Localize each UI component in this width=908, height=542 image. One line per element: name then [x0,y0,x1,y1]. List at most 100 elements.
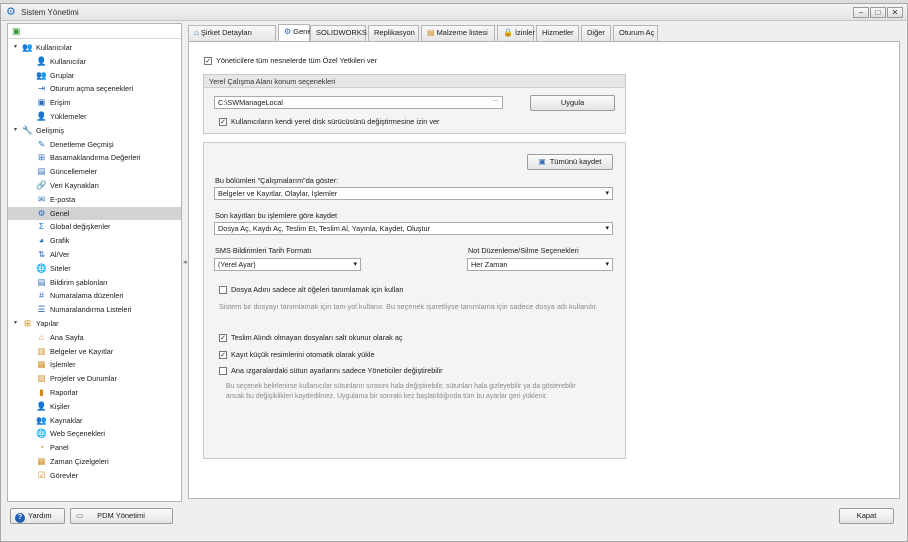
apply-button[interactable]: Uygula [530,95,615,111]
tree-item[interactable]: # Numaralama düzenleri [8,289,181,303]
minimize-button[interactable]: ‒ [853,7,869,18]
tree-item-label: Raporlar [50,388,78,397]
tree-item[interactable]: ✉ E-posta [8,193,181,207]
admin-all-rights-checkbox[interactable]: ✓ [204,57,212,65]
tree-group-0[interactable]: ▾ 👥 Kullanıcılar [8,41,181,55]
tree-item[interactable]: ▦ İşlemler [8,358,181,372]
tab-3[interactable]: Replikasyon [368,25,419,41]
tree-item[interactable]: ▤ Bildirim şablonları [8,276,181,290]
splitter-handle[interactable]: ◂ [183,258,187,266]
tree-item[interactable]: ☰ Numaralandırma Listeleri [8,303,181,317]
allow-user-drive-label: Kullanıcıların kendi yerel disk sürücüsü… [231,117,440,126]
tree-item[interactable]: ☑ Görevler [8,469,181,483]
tree-item[interactable]: ▦ Zaman Çizelgeleri [8,455,181,469]
tab-1[interactable]: ⚙ Genel [278,24,313,42]
tree-group-label: Yapılar [36,319,59,328]
globe-icon: 🌐 [36,262,47,273]
tree-item[interactable]: ▮ Raporlar [8,386,181,400]
tree-group-1[interactable]: ▾ 🔧 Gelişmiş [8,124,181,138]
tree-item-label: Kullanıcılar [50,56,87,66]
datasource-icon: 🔗 [36,180,47,190]
tree-item-label: Al/Ver [50,250,70,259]
tree-item[interactable]: ⊞ Basamaklandırma Değerleri [8,151,181,165]
help-button[interactable]: ? Yardım [10,508,65,524]
allow-user-drive-checkbox[interactable]: ✓ [219,118,227,126]
tree-item[interactable]: 🔗 Veri Kaynakları [8,179,181,193]
bom-icon: ▤ [427,28,435,37]
grid-admin-only-checkbox[interactable] [219,367,227,375]
tab-4[interactable]: ▤ Malzeme listesi [421,25,495,41]
tree-item[interactable]: 👥 Kaynaklar [8,414,181,428]
tree-item[interactable]: ⌂ Ana Sayfa [8,331,181,345]
tree-item-label: Global değişkenler [50,222,111,232]
tree-item[interactable]: ◕ Grafik [8,234,181,248]
tab-label: Şirket Detayları [200,28,253,37]
tree-item[interactable]: 👤 Kişiler [8,400,181,414]
tree-item[interactable]: 🌐 Siteler [8,262,181,276]
tree-item-label: Bildirim şablonları [50,277,108,287]
tree-item-label: Gruplar [50,70,75,80]
tree-item-label: Erişim [50,98,71,108]
tree-item-label: Denetleme Geçmişi [50,139,114,149]
tree-item[interactable]: ▣ Erişim [8,96,181,110]
tab-label: Replikasyon [374,28,415,37]
tree-item[interactable]: ⇥ Oturum açma seçenekleri [8,82,181,96]
expand-arrow-icon[interactable]: ▾ [14,124,22,138]
filename-child-checkbox[interactable] [219,286,227,294]
readonly-open-checkbox[interactable]: ✓ [219,334,227,342]
tree-item[interactable]: ◔ Panel [8,441,181,455]
tree-item[interactable]: ⚙ Genel [8,206,181,221]
maximize-button[interactable]: □ [870,7,886,18]
tree-header-icon[interactable]: ▣ [12,26,21,37]
tree-group-2[interactable]: ▾ ⊞ Yapılar [8,317,181,331]
email-icon: ✉ [37,193,46,204]
timesheet-icon: ▦ [37,456,46,466]
save-icon: ▣ [538,157,546,166]
tab-2[interactable]: SOLIDWORKS [310,25,367,41]
tree-item[interactable]: Σ Global değişkenler [8,220,181,234]
tree-item[interactable]: 👤 Yüklemeler [8,110,181,124]
cascade-icon: ⊞ [37,152,46,163]
tree-item[interactable]: ⇅ Al/Ver [8,248,181,262]
tab-label: Hizmetler [542,28,574,37]
expand-arrow-icon[interactable]: ▾ [14,317,22,331]
window-title: Sistem Yönetimi [21,8,79,17]
admin-all-rights-label: Yöneticilere tüm nesnelerde tüm Özel Yet… [216,56,378,65]
tree-item[interactable]: 🌐 Web Seçenekleri [8,427,181,441]
tree-item[interactable]: 👥 Gruplar [8,69,181,83]
workspace-path-input[interactable]: C:\SWManageLocal [214,96,503,109]
tab-6[interactable]: Hizmetler [536,25,579,41]
tree-item[interactable]: ▤ Güncellemeler [8,165,181,179]
tree-item-label: Güncellemeler [50,167,98,177]
hash-icon: # [39,290,44,301]
show-sections-dropdown[interactable]: Belgeler ve Kayıtlar, Olaylar, İşlemler [214,187,613,200]
tab-0[interactable]: ⌂ Şirket Detayları [188,25,276,41]
tree-item-label: Grafik [50,236,70,246]
load-thumbs-label: Kayıt küçük resimlerini otomatik olarak … [231,350,375,359]
save-recent-dropdown[interactable]: Dosya Aç, Kaydı Aç, Teslim Et, Teslim Al… [214,222,613,235]
pdm-admin-button[interactable]: ▭ PDM Yönetimi [70,508,173,524]
documents-icon: ▥ [37,345,46,356]
tree-item-label: E-posta [50,194,76,204]
grid-admin-help-line1: Bu seçenek belirlenirse kullanıcılar süt… [226,383,576,390]
tab-7[interactable]: Diğer [581,25,611,41]
sms-format-dropdown[interactable]: (Yerel Ayar) [214,258,361,271]
tab-5[interactable]: 🔒 İzinler [497,25,535,41]
tab-8[interactable]: Oturum Aç [613,25,658,41]
save-all-button[interactable]: ▣ Tümünü kaydet [527,154,613,170]
tree-item[interactable]: ▥ Belgeler ve Kayıtlar [8,345,181,359]
contacts-icon: 👤 [36,400,47,411]
tree-item[interactable]: 👤 Kullanıcılar [8,55,181,69]
tree-item[interactable]: ✎ Denetleme Geçmişi [8,138,181,152]
load-thumbs-checkbox[interactable]: ✓ [219,351,227,359]
close-window-button[interactable]: ✕ [887,7,903,18]
expand-arrow-icon[interactable]: ▾ [14,41,22,55]
tree-item[interactable]: ▨ Projeler ve Durumlar [8,372,181,386]
tree-item-label: Web Seçenekleri [50,429,106,439]
tree-item-label: Basamaklandırma Değerleri [50,153,141,163]
tree-item-label: Ana Sayfa [50,332,84,342]
browse-icon[interactable]: ··· [492,98,498,104]
note-edit-dropdown[interactable]: Her Zaman [467,258,613,271]
close-button[interactable]: Kapat [839,508,894,524]
home-icon: ⌂ [38,331,45,342]
